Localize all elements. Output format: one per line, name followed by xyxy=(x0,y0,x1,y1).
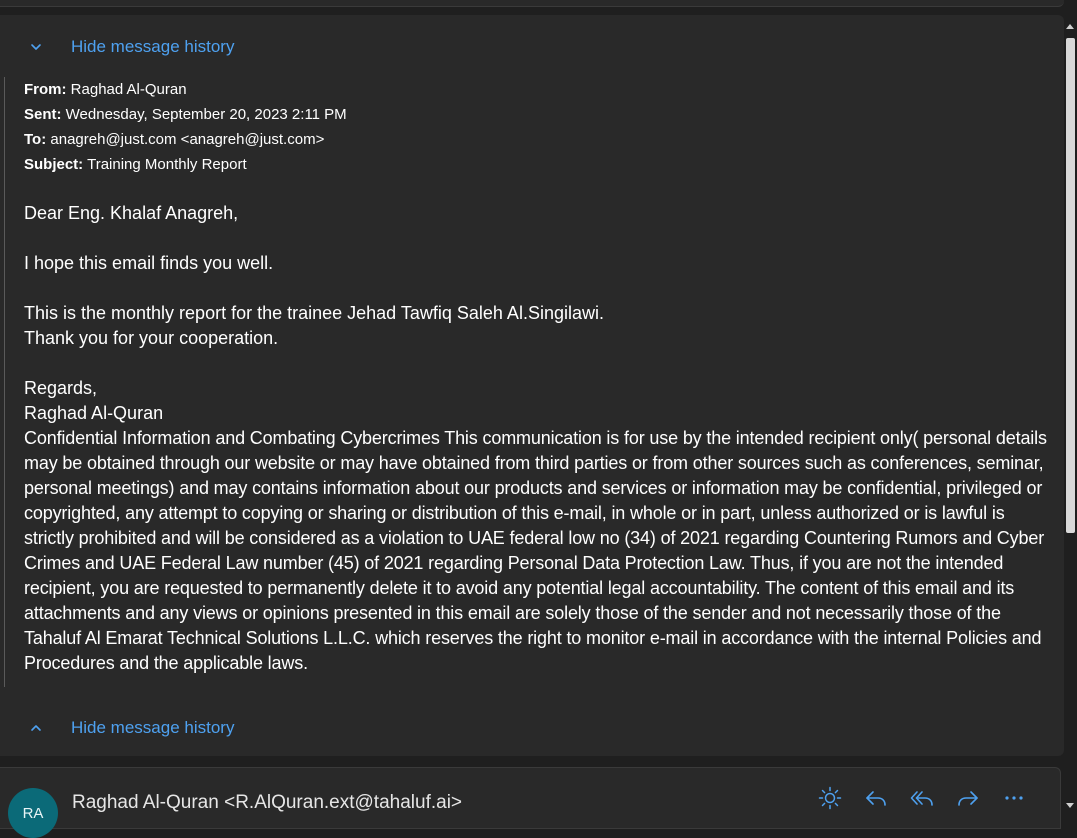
scroll-up-arrow[interactable] xyxy=(1066,24,1074,29)
from-row: From: Raghad Al-Quran xyxy=(24,77,347,102)
sent-value: Wednesday, September 20, 2023 2:11 PM xyxy=(65,106,347,123)
chevron-up-icon xyxy=(31,725,41,731)
hide-history-toggle-top[interactable]: Hide message history xyxy=(0,33,400,61)
disclaimer: Confidential Information and Combating C… xyxy=(24,428,1047,673)
sent-row: Sent: Wednesday, September 20, 2023 2:11… xyxy=(24,102,347,127)
message-actions xyxy=(814,786,1030,810)
avatar: RA xyxy=(8,788,58,838)
sun-button[interactable] xyxy=(814,786,846,810)
signature: Raghad Al-Quran xyxy=(24,403,164,423)
subject-label: Subject: xyxy=(24,156,84,173)
more-icon xyxy=(1005,796,1023,800)
reply-button[interactable] xyxy=(860,786,892,810)
hide-history-toggle-bottom[interactable]: Hide message history xyxy=(0,714,400,742)
hide-history-label: Hide message history xyxy=(71,37,235,56)
from-value: Raghad Al-Quran xyxy=(70,81,187,98)
previous-message-edge xyxy=(0,0,1064,7)
sender-name: Raghad Al-Quran <R.AlQuran.ext@tahaluf.a… xyxy=(72,792,463,813)
avatar-initials: RA xyxy=(22,805,44,822)
reply-icon xyxy=(866,791,886,806)
regards: Regards, xyxy=(24,378,98,398)
reply-all-button[interactable] xyxy=(906,786,938,810)
to-value: anagreh@just.com <anagreh@just.com> xyxy=(50,131,325,148)
body-line-2: This is the monthly report for the train… xyxy=(24,303,604,323)
scroll-down-arrow[interactable] xyxy=(1066,803,1074,808)
quote-bar xyxy=(4,77,5,687)
message-separator xyxy=(0,757,1064,767)
subject-row: Subject: Training Monthly Report xyxy=(24,152,347,177)
to-row: To: anagreh@just.com <anagreh@just.com> xyxy=(24,127,347,152)
message-body: Dear Eng. Khalaf Anagreh, I hope this em… xyxy=(24,201,1054,676)
forward-button[interactable] xyxy=(952,786,984,810)
subject-value: Training Monthly Report xyxy=(87,156,247,173)
to-label: To: xyxy=(24,131,47,148)
scroll-thumb[interactable] xyxy=(1066,38,1075,533)
greeting: Dear Eng. Khalaf Anagreh, xyxy=(24,203,239,223)
chevron-down-icon xyxy=(31,44,41,50)
body-line-1: I hope this email finds you well. xyxy=(24,253,274,273)
from-label: From: xyxy=(24,81,67,98)
message-card: Hide message history From: Raghad Al-Qur… xyxy=(0,15,1064,756)
hide-history-label: Hide message history xyxy=(71,718,235,737)
body-line-3: Thank you for your cooperation. xyxy=(24,328,279,348)
sent-label: Sent: xyxy=(24,106,62,123)
reply-all-icon xyxy=(910,791,933,806)
more-button[interactable] xyxy=(998,786,1030,810)
sun-icon xyxy=(818,786,842,810)
forward-icon xyxy=(958,791,978,806)
scrollbar[interactable] xyxy=(1064,0,1077,820)
quoted-headers: From: Raghad Al-Quran Sent: Wednesday, S… xyxy=(24,77,347,177)
